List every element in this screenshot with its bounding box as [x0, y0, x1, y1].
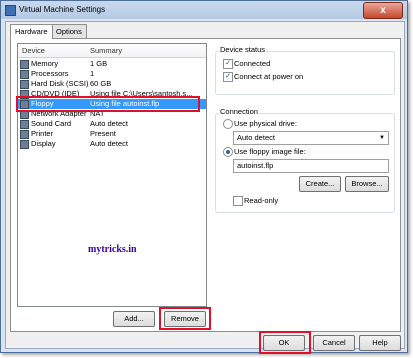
hardware-tab-panel: Device Summary Memory 1 GB Processors 1 … [10, 38, 401, 332]
use-physical-drive-radio[interactable] [223, 119, 233, 129]
tab-options[interactable]: Options [51, 24, 87, 38]
use-floppy-image-radio[interactable] [223, 147, 233, 157]
connect-at-power-on-checkbox[interactable]: ✓ [223, 72, 233, 82]
hard-disk-icon [20, 80, 29, 89]
column-header-device[interactable]: Device [22, 46, 45, 55]
processor-icon [20, 70, 29, 79]
device-name: Processors [31, 69, 69, 78]
connection-title: Connection [219, 107, 259, 116]
device-status-title: Device status [219, 45, 267, 54]
device-name: Sound Card [31, 119, 72, 128]
display-icon [20, 140, 29, 149]
close-button[interactable]: x [363, 2, 403, 19]
device-name: Memory [31, 59, 59, 68]
remove-highlight-box [159, 307, 211, 330]
help-button[interactable]: Help [359, 335, 401, 351]
virtual-machine-settings-window: Virtual Machine Settings x Hardware Opti… [0, 0, 408, 354]
device-summary: Auto detect [90, 119, 128, 128]
watermark-text: mytricks.in [88, 244, 137, 255]
device-row-sound-card[interactable]: Sound Card Auto detect [18, 119, 206, 129]
device-list-header: Device Summary [18, 44, 206, 58]
title-bar[interactable]: Virtual Machine Settings x [1, 1, 407, 19]
sound-card-icon [20, 120, 29, 129]
add-button[interactable]: Add... [113, 311, 155, 327]
device-name: Printer [31, 129, 54, 138]
floppy-highlight-box [16, 96, 200, 112]
floppy-image-file-value: autoinst.flp [237, 161, 274, 170]
connected-checkbox[interactable]: ✓ [223, 59, 233, 69]
device-row-memory[interactable]: Memory 1 GB [18, 59, 206, 69]
browse-button[interactable]: Browse... [345, 176, 389, 192]
device-row-processors[interactable]: Processors 1 [18, 69, 206, 79]
device-row-printer[interactable]: Printer Present [18, 129, 206, 139]
tab-hardware[interactable]: Hardware [10, 24, 53, 39]
physical-drive-select[interactable]: Auto detect ▼ [233, 131, 389, 145]
device-summary: 1 GB [90, 59, 108, 68]
cancel-button[interactable]: Cancel [313, 335, 355, 351]
physical-drive-value: Auto detect [237, 133, 275, 142]
floppy-image-file-input[interactable]: autoinst.flp [233, 159, 389, 173]
use-physical-drive-label: Use physical drive: [234, 119, 297, 128]
vmware-app-icon [5, 5, 16, 16]
device-summary: 1 [90, 69, 95, 78]
device-list[interactable]: Device Summary Memory 1 GB Processors 1 … [17, 43, 207, 307]
ok-highlight-box [259, 331, 311, 354]
use-floppy-image-label: Use floppy image file: [234, 147, 306, 156]
device-summary: Present [90, 129, 116, 138]
dialog-client-area: Hardware Options Device Summary Memory 1… [5, 21, 405, 354]
create-button[interactable]: Create... [299, 176, 341, 192]
device-name: Display [31, 139, 56, 148]
chevron-down-icon: ▼ [379, 135, 385, 141]
memory-icon [20, 60, 29, 69]
connected-label: Connected [234, 59, 271, 68]
printer-icon [20, 130, 29, 139]
read-only-label: Read-only [244, 196, 279, 205]
device-row-display[interactable]: Display Auto detect [18, 139, 206, 149]
read-only-checkbox[interactable] [233, 196, 243, 206]
window-title: Virtual Machine Settings [19, 5, 106, 14]
device-row-hard-disk[interactable]: Hard Disk (SCSI) 60 GB [18, 79, 206, 89]
connect-at-power-on-label: Connect at power on [234, 72, 304, 81]
column-header-summary[interactable]: Summary [90, 46, 122, 55]
device-name: Hard Disk (SCSI) [31, 79, 89, 88]
device-summary: Auto detect [90, 139, 128, 148]
device-summary: 60 GB [90, 79, 112, 88]
